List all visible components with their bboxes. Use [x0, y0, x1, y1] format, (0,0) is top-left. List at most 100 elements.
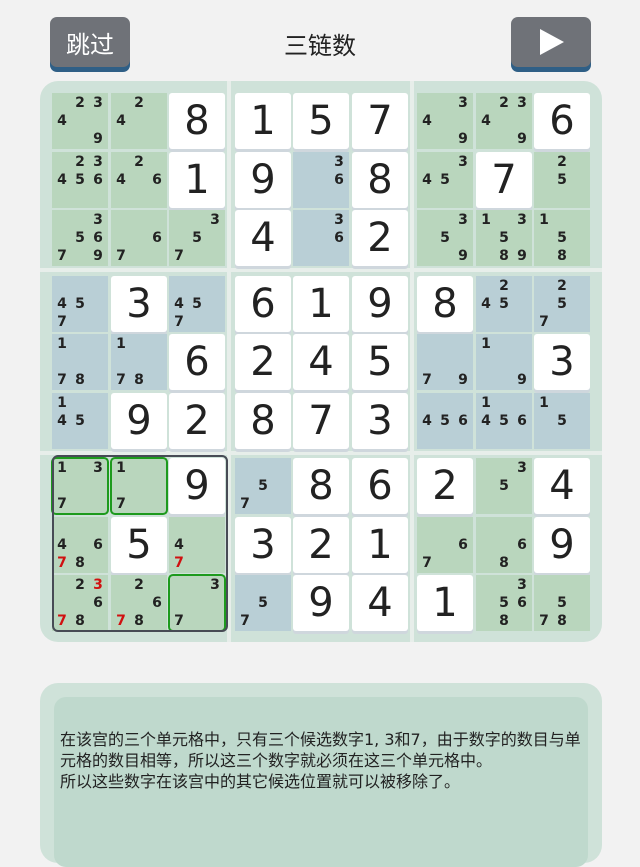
- candidate-digit: 2: [134, 577, 144, 593]
- cell-value: 9: [549, 522, 575, 568]
- grid-cell[interactable]: 8: [235, 393, 291, 449]
- grid-cell[interactable]: 3 45: [417, 152, 473, 208]
- grid-cell[interactable]: 5: [111, 517, 167, 573]
- candidate-digit: 7: [57, 555, 67, 571]
- candidate-digit: 8: [499, 613, 509, 629]
- cell-value: 7: [367, 98, 393, 144]
- candidate-digit: 3: [210, 212, 220, 228]
- grid-cell[interactable]: 7: [352, 93, 408, 149]
- candidate-digit: 8: [499, 555, 509, 571]
- grid-cell[interactable]: 25: [534, 152, 590, 208]
- grid-cell[interactable]: 15: [534, 393, 590, 449]
- grid-cell[interactable]: 24 6: [111, 152, 167, 208]
- grid-cell[interactable]: 4: [235, 210, 291, 266]
- grid-cell[interactable]: 2: [235, 334, 291, 390]
- grid-cell[interactable]: 2: [417, 458, 473, 514]
- grid-cell[interactable]: 47: [169, 517, 225, 573]
- grid-cell[interactable]: 3 4 9: [417, 93, 473, 149]
- grid-cell[interactable]: 36: [293, 152, 349, 208]
- grid-cell[interactable]: 9: [352, 276, 408, 332]
- grid-cell[interactable]: 3: [534, 334, 590, 390]
- candidate-digit: 9: [93, 131, 103, 147]
- grid-cell[interactable]: 6: [534, 93, 590, 149]
- grid-cell[interactable]: 9: [293, 575, 349, 631]
- grid-cell[interactable]: 9: [169, 458, 225, 514]
- grid-cell[interactable]: 4: [534, 458, 590, 514]
- grid-cell[interactable]: 4 6 78: [52, 517, 108, 573]
- grid-cell[interactable]: 36: [293, 210, 349, 266]
- grid-cell[interactable]: 357: [169, 210, 225, 266]
- candidate-digit: 7: [240, 496, 250, 512]
- candidate-digit: 5: [499, 230, 509, 246]
- grid-cell[interactable]: 3: [352, 393, 408, 449]
- grid-cell[interactable]: 2: [352, 210, 408, 266]
- grid-cell[interactable]: 2 57: [534, 276, 590, 332]
- grid-cell[interactable]: 457: [169, 276, 225, 332]
- candidate-digit: 9: [458, 131, 468, 147]
- grid-cell[interactable]: 8: [169, 93, 225, 149]
- grid-cell[interactable]: 6: [352, 458, 408, 514]
- grid-cell[interactable]: 6: [235, 276, 291, 332]
- candidate-digit: 3: [517, 577, 527, 593]
- grid-cell[interactable]: 1: [293, 276, 349, 332]
- grid-cell[interactable]: 1 35 89: [476, 210, 532, 266]
- grid-cell[interactable]: 9: [235, 152, 291, 208]
- grid-cell[interactable]: 245: [476, 276, 532, 332]
- grid-cell[interactable]: 67: [417, 517, 473, 573]
- grid-cell[interactable]: 2: [293, 517, 349, 573]
- grid-cell[interactable]: 4: [293, 334, 349, 390]
- grid-cell[interactable]: 67: [111, 210, 167, 266]
- grid-cell[interactable]: 1: [235, 93, 291, 149]
- grid-cell[interactable]: 35: [476, 458, 532, 514]
- grid-cell[interactable]: 1: [352, 517, 408, 573]
- grid-cell[interactable]: 1: [169, 152, 225, 208]
- grid-cell[interactable]: 7: [293, 393, 349, 449]
- grid-cell[interactable]: 6: [169, 334, 225, 390]
- grid-cell[interactable]: 19: [476, 334, 532, 390]
- grid-cell[interactable]: 3: [235, 517, 291, 573]
- grid-cell[interactable]: 7: [476, 152, 532, 208]
- cell-value: 4: [308, 339, 334, 385]
- grid-cell[interactable]: 457: [52, 276, 108, 332]
- grid-cell[interactable]: 2: [169, 393, 225, 449]
- grid-cell[interactable]: 57: [235, 575, 291, 631]
- cell-value: 1: [308, 281, 334, 327]
- grid-cell[interactable]: 23 456: [52, 152, 108, 208]
- grid-cell[interactable]: 24: [111, 93, 167, 149]
- grid-cell[interactable]: 359: [417, 210, 473, 266]
- grid-cell[interactable]: 15 8: [534, 210, 590, 266]
- grid-cell[interactable]: 23 4 9: [476, 93, 532, 149]
- grid-cell[interactable]: 456: [417, 393, 473, 449]
- grid-cell[interactable]: 1: [417, 575, 473, 631]
- grid-cell[interactable]: 79: [417, 334, 473, 390]
- play-button[interactable]: [511, 17, 591, 67]
- grid-cell[interactable]: 68: [476, 517, 532, 573]
- grid-cell[interactable]: 4: [352, 575, 408, 631]
- grid-cell[interactable]: 578: [534, 575, 590, 631]
- candidate-digit: 4: [481, 113, 491, 129]
- candidate-digit: 1: [116, 336, 126, 352]
- grid-cell[interactable]: 356 7 9: [52, 210, 108, 266]
- grid-cell[interactable]: 8: [352, 152, 408, 208]
- grid-cell[interactable]: 9: [534, 517, 590, 573]
- grid-cell[interactable]: 23 6 78: [52, 575, 108, 631]
- grid-cell[interactable]: 8: [417, 276, 473, 332]
- grid-cell[interactable]: 57: [235, 458, 291, 514]
- grid-cell[interactable]: 26 78: [111, 575, 167, 631]
- grid-cell[interactable]: 3568: [476, 575, 532, 631]
- grid-cell[interactable]: 8: [293, 458, 349, 514]
- grid-cell[interactable]: 5: [293, 93, 349, 149]
- grid-cell[interactable]: 3: [111, 276, 167, 332]
- grid-cell[interactable]: 1 78: [52, 334, 108, 390]
- grid-cell[interactable]: 23 4 9: [52, 93, 108, 149]
- grid-cell[interactable]: 9: [111, 393, 167, 449]
- hint-panel: 在该宫的三个单元格中，只有三个候选数字1, 3和7，由于数字的数目与单元格的数目…: [40, 683, 602, 867]
- grid-cell[interactable]: 5: [352, 334, 408, 390]
- candidate-digit: 3: [458, 154, 468, 170]
- cell-value: 1: [367, 522, 393, 568]
- candidate-digit: 8: [134, 372, 144, 388]
- grid-cell[interactable]: 1 78: [111, 334, 167, 390]
- grid-cell[interactable]: 1 45: [52, 393, 108, 449]
- grid-cell[interactable]: 1 456: [476, 393, 532, 449]
- skip-button[interactable]: 跳过: [50, 17, 130, 67]
